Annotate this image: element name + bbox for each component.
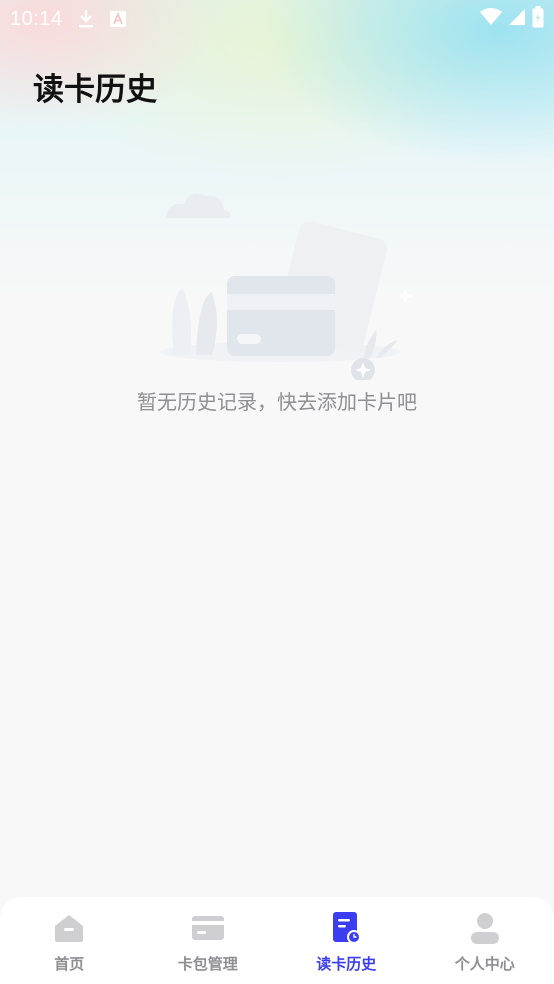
signal-icon xyxy=(508,8,526,30)
tab-home-label: 首页 xyxy=(54,955,85,973)
card-wallet-icon xyxy=(191,911,225,945)
tab-home[interactable]: 首页 xyxy=(9,911,129,974)
status-bar: 10:14 xyxy=(0,0,554,38)
page-title: 读卡历史 xyxy=(33,72,157,108)
empty-card-illustration xyxy=(140,180,420,382)
text-a-icon xyxy=(109,10,127,28)
empty-state-message: 暂无历史记录，快去添加卡片吧 xyxy=(137,390,417,414)
read-history-icon xyxy=(329,911,363,945)
tab-card-wallet[interactable]: 卡包管理 xyxy=(148,911,268,974)
tab-read-history[interactable]: 读卡历史 xyxy=(286,911,406,974)
home-icon xyxy=(52,911,86,945)
status-time: 10:14 xyxy=(10,7,63,30)
tab-card-wallet-label: 卡包管理 xyxy=(177,955,238,973)
download-icon xyxy=(77,9,95,29)
battery-icon xyxy=(532,6,544,32)
profile-icon xyxy=(468,911,502,945)
bottom-tab-bar: 首页 卡包管理 读卡历史 个人中心 xyxy=(0,897,554,984)
wifi-icon xyxy=(480,8,502,30)
tab-profile-label: 个人中心 xyxy=(454,955,515,973)
tab-profile[interactable]: 个人中心 xyxy=(425,911,545,974)
tab-read-history-label: 读卡历史 xyxy=(316,955,377,973)
